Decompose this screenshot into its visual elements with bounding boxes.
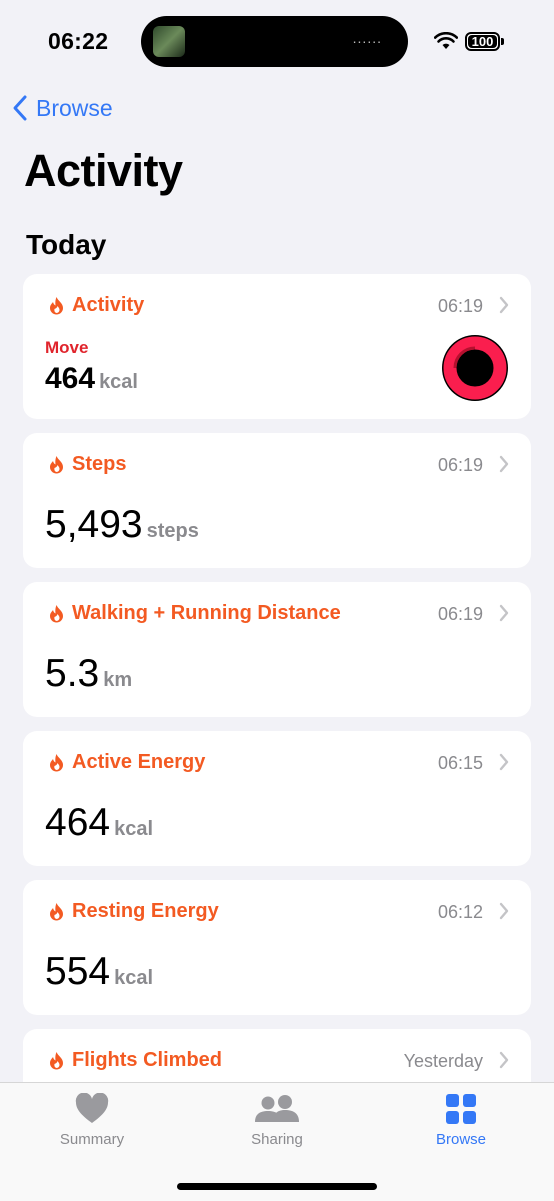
card-time: 06:15 bbox=[437, 753, 483, 773]
card-title: Resting Energy bbox=[72, 900, 219, 922]
people-icon bbox=[255, 1095, 299, 1122]
wifi-icon bbox=[434, 32, 458, 49]
tab-sharing[interactable]: Sharing bbox=[207, 1093, 347, 1148]
battery-cap bbox=[501, 38, 504, 45]
card-title: Activity bbox=[72, 294, 145, 316]
card-title: Walking + Running Distance bbox=[72, 602, 341, 624]
tab-browse[interactable]: Browse bbox=[391, 1093, 531, 1148]
now-playing-artwork bbox=[153, 26, 185, 57]
metric-row: 554 kcal bbox=[45, 950, 153, 994]
card-header: Flights Climbed bbox=[49, 1049, 222, 1072]
card-time: 06:19 bbox=[437, 296, 483, 316]
grid-icon bbox=[446, 1094, 476, 1124]
resting-energy-value: 554 bbox=[45, 950, 111, 993]
tab-summary[interactable]: Summary bbox=[22, 1093, 162, 1148]
active-energy-card[interactable]: Active Energy 06:15 464 kcal bbox=[23, 731, 531, 866]
heart-icon bbox=[75, 1093, 109, 1123]
move-value: 464 bbox=[45, 362, 96, 395]
card-time: 06:12 bbox=[437, 902, 483, 922]
flame-icon bbox=[50, 456, 63, 474]
card-header: Walking + Running Distance bbox=[49, 602, 341, 625]
waveform-icon: ...... bbox=[352, 30, 382, 46]
card-time: 06:19 bbox=[437, 604, 483, 624]
metric-row: 464 kcal bbox=[45, 801, 153, 845]
back-button-label: Browse bbox=[36, 94, 113, 121]
battery-icon: 100 bbox=[465, 32, 500, 51]
card-title: Flights Climbed bbox=[72, 1049, 222, 1071]
tab-label: Browse bbox=[435, 1131, 487, 1148]
card-header: Active Energy bbox=[49, 751, 205, 774]
distance-unit: km bbox=[103, 669, 133, 691]
chevron-right-icon bbox=[499, 455, 509, 473]
move-label: Move bbox=[45, 338, 89, 357]
steps-unit: steps bbox=[146, 520, 199, 542]
card-title: Steps bbox=[72, 453, 127, 475]
card-time: Yesterday bbox=[403, 1051, 483, 1071]
activity-card[interactable]: Activity 06:19 Move 464 kcal bbox=[23, 274, 531, 419]
flame-icon bbox=[50, 754, 63, 772]
move-unit: kcal bbox=[99, 371, 138, 393]
battery-level: 100 bbox=[468, 35, 497, 48]
flame-icon bbox=[50, 605, 63, 623]
section-title: Today bbox=[26, 229, 107, 260]
chevron-right-icon bbox=[499, 753, 509, 771]
steps-value: 5,493 bbox=[45, 503, 143, 546]
steps-card[interactable]: Steps 06:19 5,493 steps bbox=[23, 433, 531, 568]
chevron-right-icon bbox=[499, 296, 509, 314]
distance-card[interactable]: Walking + Running Distance 06:19 5.3 km bbox=[23, 582, 531, 717]
card-header: Resting Energy bbox=[49, 900, 219, 923]
metric-row: 5.3 km bbox=[45, 652, 132, 696]
page-title: Activity bbox=[24, 145, 183, 196]
tab-label: Summary bbox=[59, 1131, 125, 1148]
card-title: Active Energy bbox=[72, 751, 206, 773]
back-button[interactable]: Browse bbox=[12, 92, 113, 124]
chevron-left-icon bbox=[13, 95, 27, 121]
card-header: Steps bbox=[49, 453, 126, 476]
status-bar: 06:22 ...... 100 bbox=[0, 0, 554, 80]
dynamic-island[interactable]: ...... bbox=[141, 16, 408, 67]
chevron-right-icon bbox=[499, 902, 509, 920]
card-header: Activity bbox=[49, 294, 144, 317]
tab-label: Sharing bbox=[251, 1131, 303, 1148]
active-energy-unit: kcal bbox=[114, 818, 154, 840]
active-energy-value: 464 bbox=[45, 801, 111, 844]
activity-ring-icon bbox=[442, 335, 508, 401]
metric-row: 5,493 steps bbox=[45, 503, 199, 547]
flame-icon bbox=[50, 297, 63, 315]
flame-icon bbox=[50, 1052, 63, 1070]
chevron-right-icon bbox=[499, 1051, 509, 1069]
resting-energy-unit: kcal bbox=[114, 967, 154, 989]
metric-row: 464 kcal bbox=[45, 362, 138, 396]
card-time: 06:19 bbox=[437, 455, 483, 475]
chevron-right-icon bbox=[499, 604, 509, 622]
flame-icon bbox=[50, 903, 63, 921]
distance-value: 5.3 bbox=[45, 652, 100, 695]
resting-energy-card[interactable]: Resting Energy 06:12 554 kcal bbox=[23, 880, 531, 1015]
home-indicator[interactable] bbox=[177, 1183, 377, 1190]
status-time: 06:22 bbox=[48, 28, 109, 54]
